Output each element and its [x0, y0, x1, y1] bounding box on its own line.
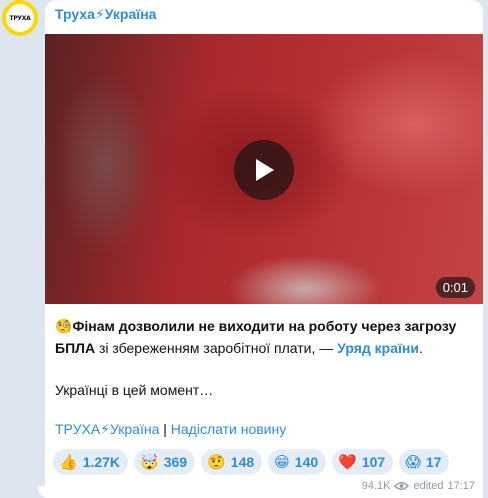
message-meta: 94.1K edited 17:17 [362, 480, 475, 492]
avatar-logo-text: ТРУХА [6, 4, 34, 32]
reaction-count: 140 [294, 454, 319, 470]
reaction-count: 1.27K [82, 454, 121, 470]
reaction-thumbs-up[interactable]: 👍 1.27K [53, 449, 129, 475]
reaction-exploding-head[interactable]: 🤯 369 [134, 449, 196, 475]
reactions-bar: 👍 1.27K 🤯 369 🤨 148 😁 140 ❤️ 107 😱 17 [53, 449, 450, 475]
thumbs-up-icon: 👍 [59, 453, 78, 471]
source-link[interactable]: Уряд країни [337, 340, 419, 356]
exploding-head-icon: 🤯 [140, 453, 159, 471]
video-preview[interactable]: 0:01 [45, 34, 483, 304]
message-bubble: Труха⚡Україна 0:01 🧐Фінам дозволили не в… [45, 0, 483, 498]
post-text: 🧐Фінам дозволили не виходити на роботу ч… [55, 316, 475, 401]
channel-avatar[interactable]: ТРУХА [2, 0, 38, 36]
channel-name[interactable]: Труха⚡Україна [55, 6, 156, 23]
play-icon [256, 159, 274, 181]
channel-footer-link[interactable]: ТРУХА⚡Україна [55, 421, 159, 437]
video-duration: 0:01 [435, 277, 475, 298]
heart-icon: ❤️ [338, 453, 357, 471]
post-second-paragraph: Українці в цей момент… [55, 382, 214, 398]
reaction-grinning[interactable]: 😁 140 [268, 449, 327, 475]
post-body: зі збереженням заробітної плати, — [95, 340, 338, 356]
monocle-face-icon: 🧐 [55, 319, 73, 335]
screaming-face-icon: 😱 [405, 453, 421, 471]
grinning-icon: 😁 [274, 453, 290, 471]
view-count: 94.1K [361, 480, 391, 492]
footer-links: ТРУХА⚡Україна | Надіслати новину [55, 421, 286, 438]
footer-separator: | [159, 421, 171, 437]
eye-icon [394, 482, 410, 490]
reaction-count: 148 [230, 454, 255, 470]
reaction-raised-eyebrow[interactable]: 🤨 148 [201, 449, 263, 475]
reaction-count: 369 [163, 454, 188, 470]
edited-label: edited [413, 480, 444, 492]
post-body-end: . [419, 340, 423, 356]
submit-news-link[interactable]: Надіслати новину [171, 421, 286, 437]
play-button[interactable] [234, 140, 294, 200]
message-time: 17:17 [447, 480, 475, 492]
reaction-screaming[interactable]: 😱 17 [399, 449, 450, 475]
reaction-count: 107 [361, 454, 386, 470]
raised-eyebrow-icon: 🤨 [207, 453, 226, 471]
reaction-heart[interactable]: ❤️ 107 [332, 449, 394, 475]
reaction-count: 17 [425, 454, 442, 470]
